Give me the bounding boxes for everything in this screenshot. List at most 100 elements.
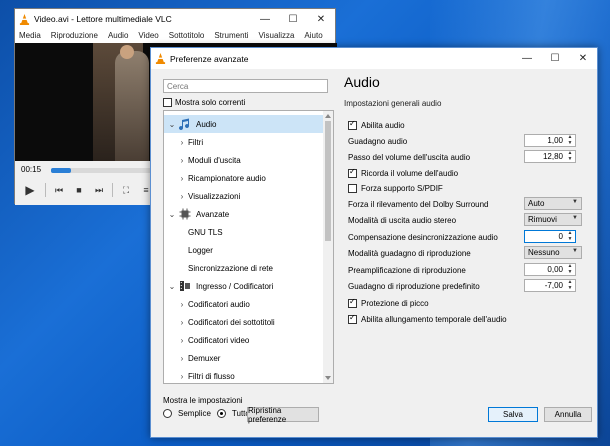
force-spdif-checkbox[interactable] (348, 183, 357, 193)
play-button[interactable]: ▶ (21, 181, 39, 199)
close-button[interactable]: ✕ (307, 9, 335, 29)
save-button[interactable]: Salva (488, 407, 538, 422)
tree-item-codificatori-dei-sottotitoli[interactable]: › Codificatori dei sottotitoli (164, 313, 324, 331)
tree-item-audio[interactable]: ⌄ Audio (164, 115, 324, 133)
menu-riproduzione[interactable]: Riproduzione (51, 29, 98, 43)
tree-item-ingresso-codificatori[interactable]: ⌄ Ingresso / Codificatori (164, 277, 324, 295)
vlc-window-title: Video.avi - Lettore multimediale VLC (34, 14, 172, 24)
remember-volume-option[interactable]: Ricorda il volume dell'audio (348, 166, 588, 180)
chevron-down-icon[interactable]: ⌄ (166, 210, 178, 219)
video-scene-person (115, 51, 149, 161)
enable-audio-checkbox[interactable] (348, 119, 357, 130)
tree-item-logger[interactable]: Logger (164, 241, 324, 259)
tree-item-label: Filtri (188, 137, 204, 147)
reset-preferences-button[interactable]: Ripristina preferenze (247, 406, 319, 424)
tree-item-sincronizzazione-di-rete[interactable]: Sincronizzazione di rete (164, 259, 324, 277)
tree-item-codificatori-video[interactable]: › Codificatori video (164, 331, 324, 349)
chevron-down-icon[interactable]: ⌄ (166, 120, 178, 129)
remember-volume-checkbox[interactable] (348, 167, 357, 178)
only-current-checkbox[interactable] (163, 98, 172, 107)
desync-spinbox[interactable]: 0 ▲ ▼ (524, 230, 576, 243)
time-stretch-checkbox[interactable] (348, 313, 357, 324)
chevron-right-icon[interactable]: › (176, 138, 188, 147)
chevron-down-icon: ▼ (572, 215, 578, 221)
peak-protection-checkbox[interactable] (348, 297, 357, 308)
maximize-button[interactable]: ☐ (541, 49, 569, 69)
menu-media[interactable]: Media (19, 29, 41, 43)
chevron-right-icon[interactable]: › (176, 174, 188, 183)
preferences-dialog: Preferenze avanzate — ☐ ✕ Mostra solo co… (150, 47, 598, 438)
tree-item-filtri[interactable]: › Filtri (164, 133, 324, 151)
spin-arrows-icon[interactable]: ▲ ▼ (566, 263, 574, 275)
spin-arrows-icon[interactable]: ▲ ▼ (566, 230, 574, 242)
radio-simple[interactable] (163, 409, 172, 418)
menu-strumenti[interactable]: Strumenti (214, 29, 248, 43)
dolby-select[interactable]: Auto ▼ (524, 197, 582, 210)
replay-mode-select[interactable]: Nessuno ▼ (524, 246, 582, 259)
tree-item-label: Ricampionatore audio (188, 173, 266, 183)
replay-mode-value: Nessuno (528, 248, 560, 257)
search-input[interactable] (163, 79, 328, 93)
chevron-right-icon[interactable]: › (176, 372, 188, 381)
only-current-label: Mostra solo correnti (175, 98, 246, 107)
close-button[interactable]: ✕ (569, 49, 597, 69)
radio-simple-label: Semplice (178, 409, 211, 418)
default-gain-spinbox[interactable]: -7,00 ▲ ▼ (524, 279, 576, 292)
volume-step-spinbox[interactable]: 12,80 ▲ ▼ (524, 150, 576, 163)
scroll-down-icon[interactable] (325, 376, 331, 380)
next-icon[interactable]: ⏭ (92, 183, 106, 197)
seek-bar[interactable] (51, 168, 155, 173)
tree-item-visualizzazioni[interactable]: › Visualizzazioni (164, 187, 324, 205)
chevron-right-icon[interactable]: › (176, 336, 188, 345)
menu-aiuto[interactable]: Aiuto (304, 29, 322, 43)
menu-sottotitolo[interactable]: Sottotitolo (169, 29, 205, 43)
chevron-right-icon[interactable]: › (176, 192, 188, 201)
enable-audio-option[interactable]: Abilita audio (348, 118, 588, 132)
preamp-spinbox[interactable]: 0,00 ▲ ▼ (524, 263, 576, 276)
show-settings-label: Mostra le impostazioni (163, 396, 243, 405)
stop-icon[interactable]: ■ (72, 183, 86, 197)
menu-visualizza[interactable]: Visualizza (259, 29, 295, 43)
panel-title: Audio (344, 74, 380, 90)
tree-scrollbar[interactable] (323, 111, 333, 383)
gain-spinbox[interactable]: 1,00 ▲ ▼ (524, 134, 576, 147)
fullscreen-icon[interactable]: ⛶ (119, 183, 133, 197)
spin-arrows-icon[interactable]: ▲ ▼ (566, 279, 574, 291)
tree-item-gnu-tls[interactable]: GNU TLS (164, 223, 324, 241)
tree-item-codificatori-audio[interactable]: › Codificatori audio (164, 295, 324, 313)
force-spdif-option[interactable]: Forza supporto S/PDIF (348, 181, 588, 195)
radio-all[interactable] (216, 409, 226, 418)
chevron-right-icon[interactable]: › (176, 156, 188, 165)
menu-video[interactable]: Video (138, 29, 158, 43)
chevron-down-icon[interactable]: ⌄ (166, 282, 178, 291)
time-stretch-option[interactable]: Abilita allungamento temporale dell'audi… (348, 312, 588, 326)
spin-arrows-icon[interactable]: ▲ ▼ (566, 134, 574, 146)
stereo-select[interactable]: Rimuovi ▼ (524, 213, 582, 226)
tree-item-moduli-d-uscita[interactable]: › Moduli d'uscita (164, 151, 324, 169)
spin-arrows-icon[interactable]: ▲ ▼ (566, 150, 574, 162)
previous-icon[interactable]: ⏮ (52, 183, 66, 197)
tree-item-label: Codificatori dei sottotitoli (188, 317, 275, 327)
tree-item-filtri-di-flusso[interactable]: › Filtri di flusso (164, 367, 324, 383)
tree-item-label: Codificatori audio (188, 299, 250, 309)
scroll-thumb[interactable] (325, 121, 331, 241)
tree-item-avanzate[interactable]: ⌄ Avanzate (164, 205, 324, 223)
chevron-right-icon[interactable]: › (176, 354, 188, 363)
tree-item-ricampionatore-audio[interactable]: › Ricampionatore audio (164, 169, 324, 187)
chevron-right-icon[interactable]: › (176, 300, 188, 309)
tree-item-demuxer[interactable]: › Demuxer (164, 349, 324, 367)
only-current-option[interactable]: Mostra solo correnti (163, 98, 245, 107)
menu-audio[interactable]: Audio (108, 29, 128, 43)
stereo-value: Rimuovi (528, 215, 557, 224)
vlc-menu-bar: Media Riproduzione Audio Video Sottotito… (15, 29, 335, 43)
maximize-button[interactable]: ☐ (279, 9, 307, 29)
scroll-up-icon[interactable] (325, 114, 331, 118)
minimize-button[interactable]: — (513, 49, 541, 69)
cancel-button[interactable]: Annulla (544, 407, 592, 422)
peak-protection-label: Protezione di picco (361, 298, 429, 308)
minimize-button[interactable]: — (251, 9, 279, 29)
peak-protection-option[interactable]: Protezione di picco (348, 296, 588, 310)
seek-bar-fill (51, 168, 71, 173)
chevron-right-icon[interactable]: › (176, 318, 188, 327)
video-scene-head (120, 45, 134, 59)
